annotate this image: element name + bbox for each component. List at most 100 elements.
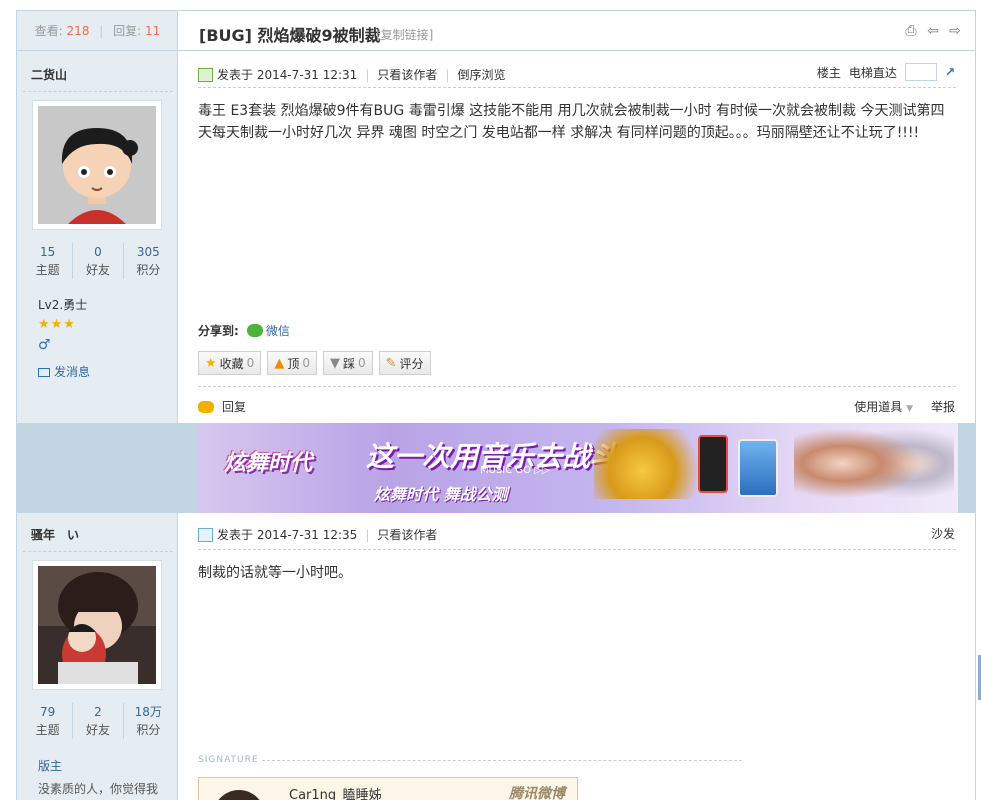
post-body: 毒王 E3套装 烈焰爆破9件有BUG 毒雷引爆 这技能不能用 用几次就会被制裁一… xyxy=(198,103,945,141)
views-label: 查看: xyxy=(34,24,63,38)
ad-logo: 炫舞时代 xyxy=(224,451,313,476)
share-bar: 分享到: 微信 xyxy=(198,322,290,339)
thumb-down-icon: ▼ xyxy=(329,355,340,371)
reverse-order-link[interactable]: 倒序浏览 xyxy=(457,66,505,83)
star-icon: ★ xyxy=(205,355,217,371)
report-link[interactable]: 举报 xyxy=(931,398,955,415)
post-meta: 发表于 2014-7-31 12:35 | 只看该作者 xyxy=(198,526,437,543)
copy-link[interactable]: [复制链接] xyxy=(376,26,433,43)
avatar[interactable] xyxy=(32,560,162,690)
use-tools-menu[interactable]: 使用道具 ▼ xyxy=(854,398,913,415)
friends-count[interactable]: 2 xyxy=(73,703,122,721)
post-actions: ★ 收藏 0 ▲ 顶 0 ▼ 踩 0 ✎ 评分 xyxy=(198,351,431,375)
weibo-card[interactable]: Car1ng_瞌睡姊 腾讯微博 xyxy=(198,777,578,800)
star-rank-icon: ★★★ xyxy=(38,317,76,332)
send-message-link[interactable]: 发消息 xyxy=(38,363,90,380)
user-bio: 没素质的人，你觉得我 xyxy=(38,782,159,796)
thumb-up-icon: ▲ xyxy=(274,355,285,371)
user-stats: 79 主题 2 好友 18万积分 xyxy=(23,703,173,739)
upvote-label: 顶 xyxy=(287,356,300,371)
threads-count[interactable]: 79 xyxy=(23,703,72,721)
threads-label: 主题 xyxy=(35,723,60,737)
points-count[interactable]: 305 xyxy=(124,243,173,261)
offline-status-icon xyxy=(198,527,213,542)
favorite-count: 0 xyxy=(246,356,255,370)
weibo-avatar xyxy=(213,790,265,800)
post-time: 发表于 2014-7-31 12:35 xyxy=(217,528,358,542)
post-footer: 回复 使用道具 ▼ 举报 xyxy=(198,398,955,415)
downvote-count: 0 xyxy=(357,356,366,370)
online-status-icon xyxy=(198,67,213,82)
cartoon-avatar-image xyxy=(38,106,156,224)
author-name[interactable]: 骚年 い xyxy=(31,526,79,543)
post-meta: 发表于 2014-7-31 12:31 | 只看该作者 | 倒序浏览 xyxy=(198,66,505,83)
replies-count: 11 xyxy=(145,24,161,38)
thread-title[interactable]: [BUG] 烈焰爆破9被制裁 xyxy=(199,22,381,46)
favorite-button[interactable]: ★ 收藏 0 xyxy=(198,351,262,375)
floor-label: 沙发 xyxy=(930,527,955,541)
views-count: 218 xyxy=(66,24,90,38)
divider xyxy=(198,386,956,387)
signature-label: SIGNATURE xyxy=(198,755,259,765)
post-time: 发表于 2014-7-31 12:31 xyxy=(217,68,358,82)
ad-gun-image xyxy=(594,429,714,499)
ad-characters-image xyxy=(794,423,954,513)
user-level[interactable]: Lv2.勇士 xyxy=(38,296,87,313)
divider xyxy=(262,760,742,761)
threads-count[interactable]: 15 xyxy=(23,243,72,261)
threads-label: 主题 xyxy=(35,263,60,277)
upvote-button[interactable]: ▲ 顶 0 xyxy=(267,351,317,375)
male-gender-icon: ♂ xyxy=(38,337,51,353)
print-icon[interactable]: ⎙ xyxy=(903,23,919,39)
thread-stats: 查看: 218 | 回复: 11 xyxy=(17,11,178,51)
floor-label: 楼主 xyxy=(816,65,841,80)
divider xyxy=(23,91,173,92)
rate-icon: ✎ xyxy=(385,355,397,371)
go-arrow-icon[interactable]: ↗ xyxy=(945,65,955,79)
friends-label: 好友 xyxy=(85,723,110,737)
weibo-brand: 腾讯微博 xyxy=(509,786,565,800)
ad-banner[interactable]: 炫舞时代 这一次用音乐去战斗 MUSIC GO ▷▷ 炫舞时代 舞战公测 xyxy=(198,423,958,513)
photo-avatar-image xyxy=(38,566,156,684)
friends-label: 好友 xyxy=(85,263,110,277)
points-label: 积分 xyxy=(136,723,161,737)
avatar[interactable] xyxy=(32,100,162,230)
replies-label: 回复: xyxy=(113,24,142,38)
user-role[interactable]: 版主 xyxy=(38,757,62,774)
wechat-icon xyxy=(246,324,263,337)
thread-title-bar: [BUG] 烈焰爆破9被制裁 [复制链接] ⎙ ⇦ ⇨ xyxy=(178,11,975,51)
reply-icon[interactable] xyxy=(198,400,214,413)
divider xyxy=(23,551,173,552)
favorite-label: 收藏 xyxy=(219,356,244,371)
ad-subtitle: 炫舞时代 舞战公测 xyxy=(374,485,508,504)
use-tools-label: 使用道具 xyxy=(854,400,903,414)
send-message-label: 发消息 xyxy=(54,365,91,379)
floor-number-input[interactable] xyxy=(904,63,937,81)
author-name[interactable]: 二货山 xyxy=(31,66,67,83)
only-author-link[interactable]: 只看该作者 xyxy=(377,66,437,83)
points-count[interactable]: 18万 xyxy=(124,703,173,721)
rate-button[interactable]: ✎ 评分 xyxy=(378,351,431,375)
only-author-link[interactable]: 只看该作者 xyxy=(377,526,437,543)
floor-info: 楼主 电梯直达 ↗ xyxy=(817,63,955,81)
weibo-username: Car1ng_瞌睡姊 xyxy=(289,788,382,800)
envelope-icon xyxy=(38,368,50,377)
floor-info: 沙发 xyxy=(931,525,955,542)
next-thread-icon[interactable]: ⇨ xyxy=(947,23,963,39)
share-wechat-link[interactable]: 微信 xyxy=(246,322,290,339)
wechat-label: 微信 xyxy=(265,324,290,338)
downvote-label: 踩 xyxy=(342,356,355,371)
post-body: 制裁的话就等一小时吧。 xyxy=(198,565,352,581)
ad-phone-image xyxy=(698,435,728,493)
friends-count[interactable]: 0 xyxy=(73,243,122,261)
prev-thread-icon[interactable]: ⇦ xyxy=(925,23,941,39)
divider xyxy=(198,549,956,550)
points-label: 积分 xyxy=(136,263,161,277)
share-label: 分享到: xyxy=(198,324,239,338)
thread-frame: 查看: 218 | 回复: 11 [BUG] 烈焰爆破9被制裁 [复制链接] ⎙… xyxy=(16,10,976,800)
downvote-button[interactable]: ▼ 踩 0 xyxy=(322,351,373,375)
chevron-down-icon: ▼ xyxy=(906,404,913,414)
ad-music-go: MUSIC GO ▷▷ xyxy=(480,465,550,476)
reply-link[interactable]: 回复 xyxy=(222,398,246,415)
user-stats: 15 主题 0 好友 305 积分 xyxy=(23,243,173,279)
